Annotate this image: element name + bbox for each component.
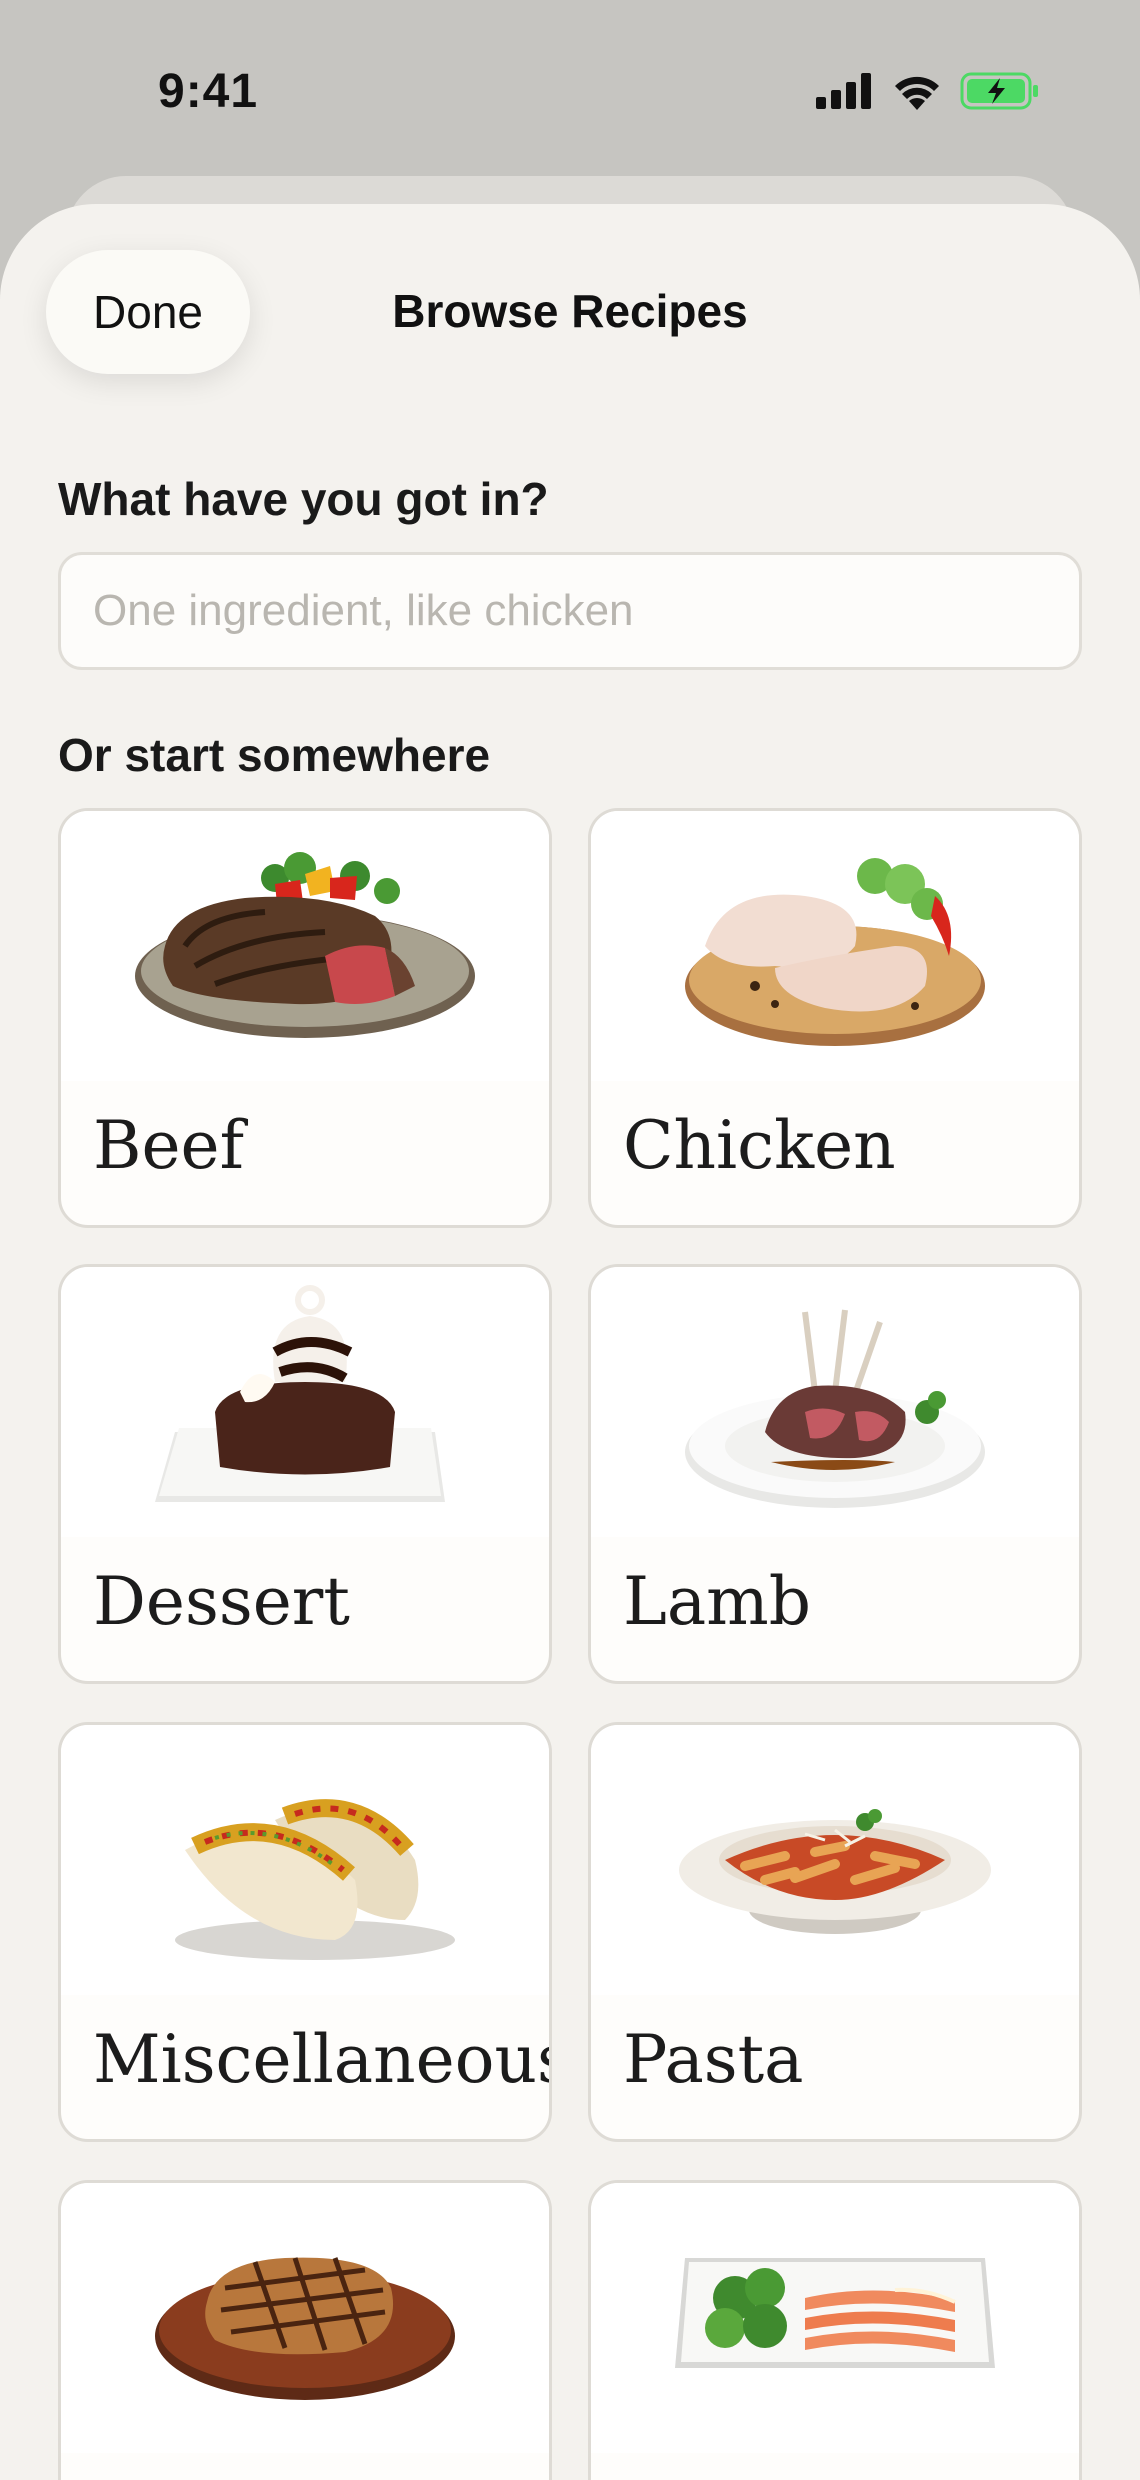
category-image bbox=[61, 1267, 549, 1537]
category-card-miscellaneous[interactable]: Miscellaneous bbox=[58, 1722, 552, 2142]
category-card-chicken[interactable]: Chicken bbox=[588, 808, 1082, 1228]
pork-chop-board-image bbox=[155, 2257, 455, 2400]
steak-plate-image bbox=[135, 852, 475, 1038]
category-card-pork[interactable] bbox=[58, 2180, 552, 2480]
category-card-pasta[interactable]: Pasta bbox=[588, 1722, 1082, 2142]
ingredient-prompt-label: What have you got in? bbox=[58, 473, 549, 525]
category-label: Beef bbox=[93, 1107, 245, 1184]
category-card-seafood[interactable] bbox=[588, 2180, 1082, 2480]
category-image bbox=[591, 1267, 1079, 1537]
category-image bbox=[591, 1725, 1079, 1995]
category-label: Chicken bbox=[623, 1107, 896, 1184]
chocolate-sundae-image bbox=[155, 1285, 445, 1502]
category-label: Lamb bbox=[623, 1563, 812, 1640]
category-image bbox=[61, 811, 549, 1081]
salmon-platter-image bbox=[675, 2258, 995, 2368]
raw-chicken-legs-image bbox=[685, 858, 985, 1046]
category-image bbox=[61, 1725, 549, 1995]
category-label: Pasta bbox=[623, 2021, 804, 2098]
category-card-beef[interactable]: Beef bbox=[58, 808, 552, 1228]
wifi-icon bbox=[895, 76, 939, 110]
category-label: Miscellaneous bbox=[93, 2021, 552, 2098]
category-image bbox=[61, 2183, 549, 2453]
category-card-lamb[interactable]: Lamb bbox=[588, 1264, 1082, 1684]
category-image bbox=[591, 2183, 1079, 2453]
lamb-chops-image bbox=[685, 1309, 985, 1508]
battery-charging-icon bbox=[960, 72, 1038, 110]
tacos-image bbox=[175, 1799, 455, 1960]
browse-recipes-sheet: Done Browse Recipes What have you got in… bbox=[0, 204, 1140, 2480]
category-card-dessert[interactable]: Dessert bbox=[58, 1264, 552, 1684]
sheet-title: Browse Recipes bbox=[392, 285, 748, 337]
category-image bbox=[591, 811, 1079, 1081]
ingredient-search-input[interactable] bbox=[58, 552, 1082, 670]
cellular-signal-icon bbox=[816, 73, 871, 109]
categories-section-label: Or start somewhere bbox=[58, 729, 491, 781]
status-time: 9:41 bbox=[158, 65, 259, 118]
penne-pasta-image bbox=[679, 1809, 991, 1934]
status-bar: 9:41 bbox=[0, 0, 1140, 180]
status-icons bbox=[816, 72, 1040, 110]
category-label: Dessert bbox=[93, 1563, 350, 1640]
